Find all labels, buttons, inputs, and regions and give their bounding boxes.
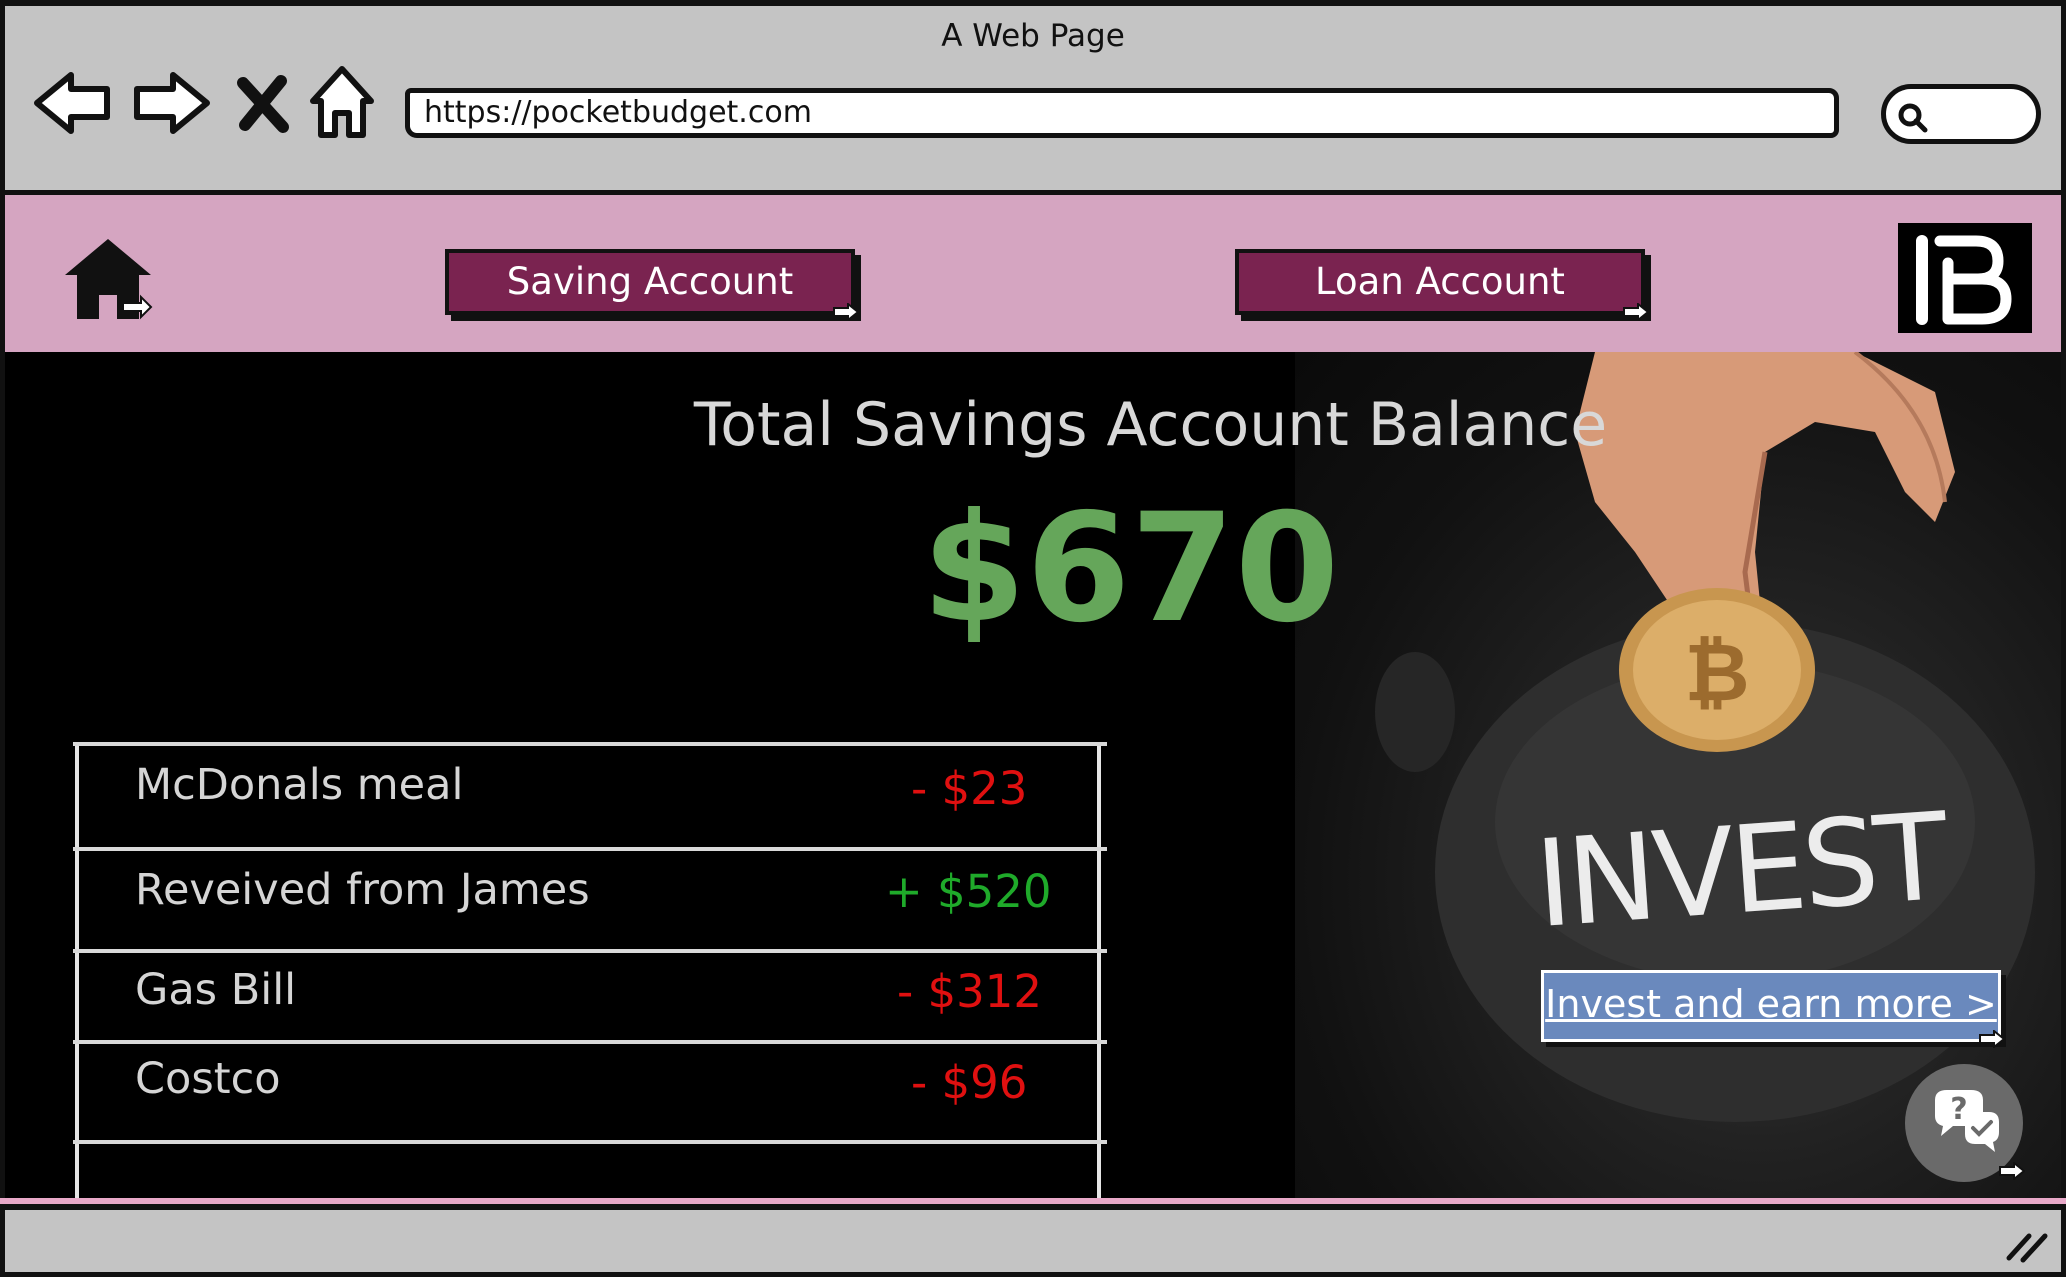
main-content: ₿ INVEST Total Savings Account Balance $… [0,352,2066,1204]
transaction-amount: - $23 [911,762,1028,815]
url-input[interactable]: https://pocketbudget.com [405,88,1839,138]
home-icon[interactable] [63,235,153,325]
transaction-amount: - $312 [897,965,1043,1018]
window-title: A Web Page [941,18,1125,54]
status-bar [0,1204,2066,1277]
transactions-table: McDonals meal - $23 Reveived from James … [73,742,1107,1202]
stop-icon[interactable] [229,61,299,145]
table-row: Gas Bill - $312 [73,949,1107,1040]
transaction-amount: + $520 [885,865,1052,918]
brand-logo[interactable] [1898,223,2032,333]
balance-title: Total Savings Account Balance [693,390,1608,460]
table-row: Costco - $96 [73,1040,1107,1140]
site-header: Saving Account Loan Account [0,195,2066,352]
tab-loan-account[interactable]: Loan Account [1235,249,1645,315]
resize-grip-icon[interactable] [2003,1228,2051,1264]
invest-button[interactable]: Invest and earn more > [1541,970,2001,1042]
transaction-description: McDonals meal [135,760,464,810]
table-row: Reveived from James + $520 [73,847,1107,949]
link-cursor-icon [833,303,859,321]
link-cursor-icon [1623,303,1649,321]
tab-saving-account[interactable]: Saving Account [445,249,855,315]
link-cursor-icon [1979,1030,2005,1048]
balance-amount: $670 [921,482,1340,656]
browser-window: A Web Page https://pocketbudget.com Savi… [0,0,2066,1277]
home-nav-icon[interactable] [305,61,379,145]
link-cursor-icon [1999,1162,2025,1180]
transaction-description: Gas Bill [135,965,297,1015]
browser-toolbar: A Web Page https://pocketbudget.com [0,0,2066,195]
transaction-description: Reveived from James [135,865,590,915]
table-row-empty [73,1140,1107,1202]
invest-chalk-text: INVEST [1531,788,1953,955]
transaction-description: Costco [135,1054,281,1104]
search-icon [1898,103,1928,133]
transaction-amount: - $96 [911,1056,1028,1109]
search-button[interactable] [1881,84,2041,144]
forward-icon[interactable] [129,61,213,145]
table-row: McDonals meal - $23 [73,742,1107,847]
back-icon[interactable] [31,61,115,145]
